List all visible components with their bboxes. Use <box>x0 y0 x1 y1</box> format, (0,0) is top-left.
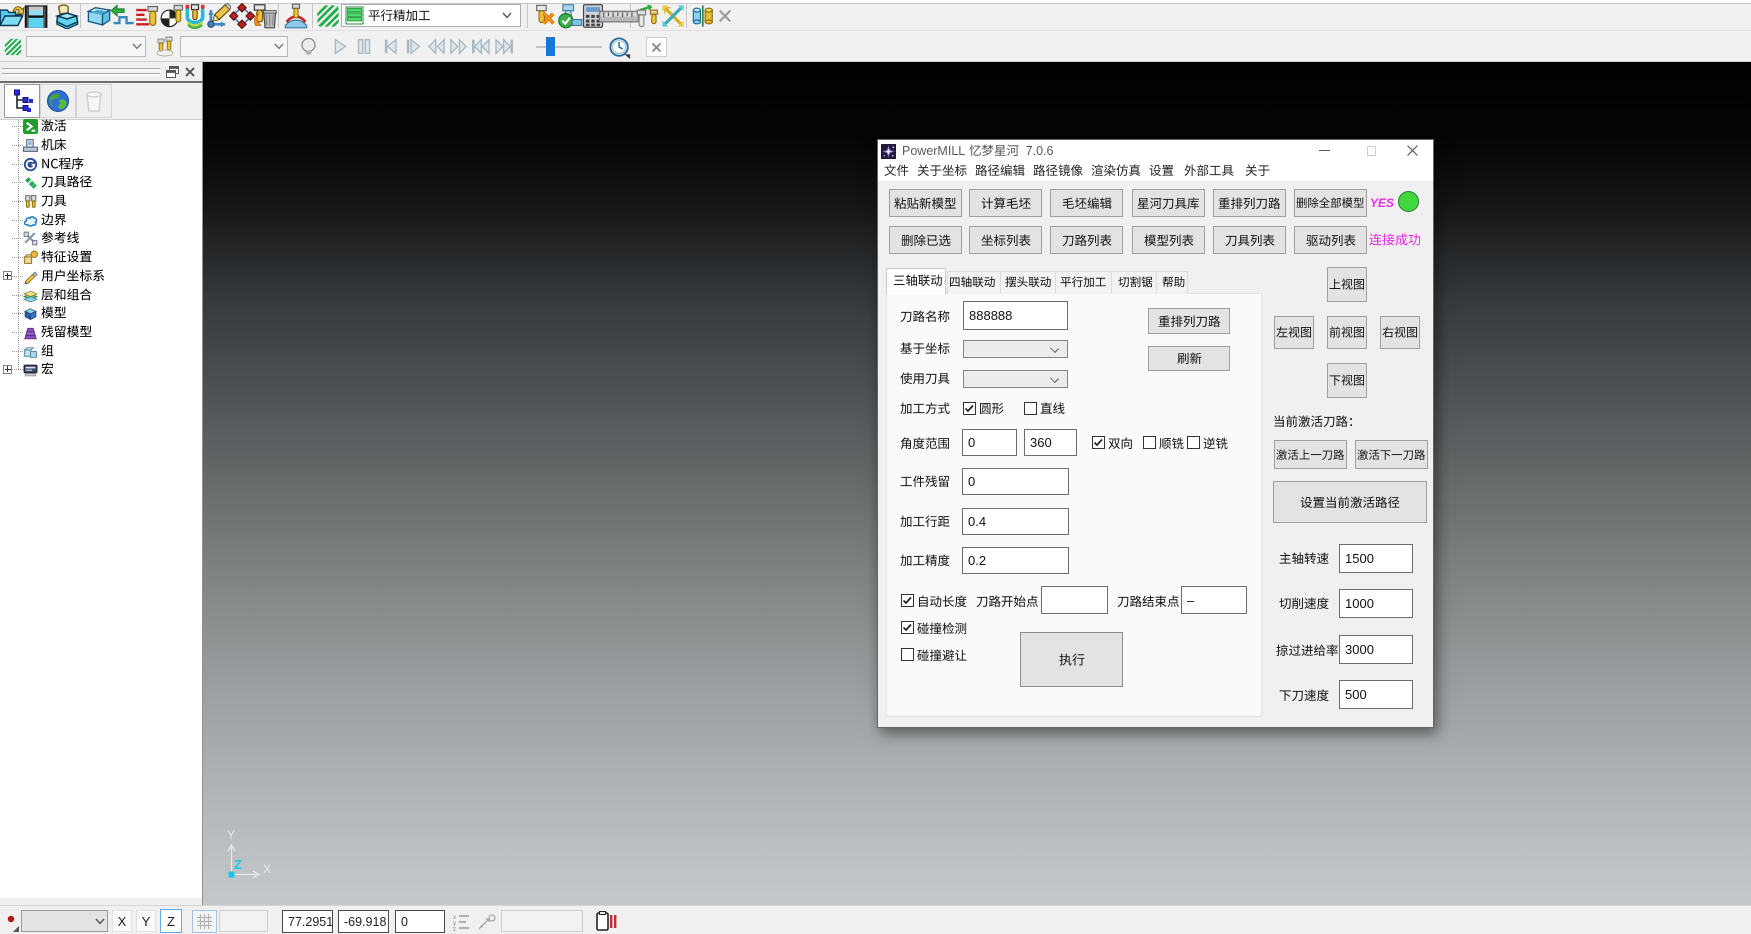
svg-text:z: z <box>453 927 456 931</box>
svg-text:Y: Y <box>227 828 235 842</box>
svg-text:X: X <box>263 862 271 876</box>
svg-text:Z: Z <box>234 857 242 872</box>
